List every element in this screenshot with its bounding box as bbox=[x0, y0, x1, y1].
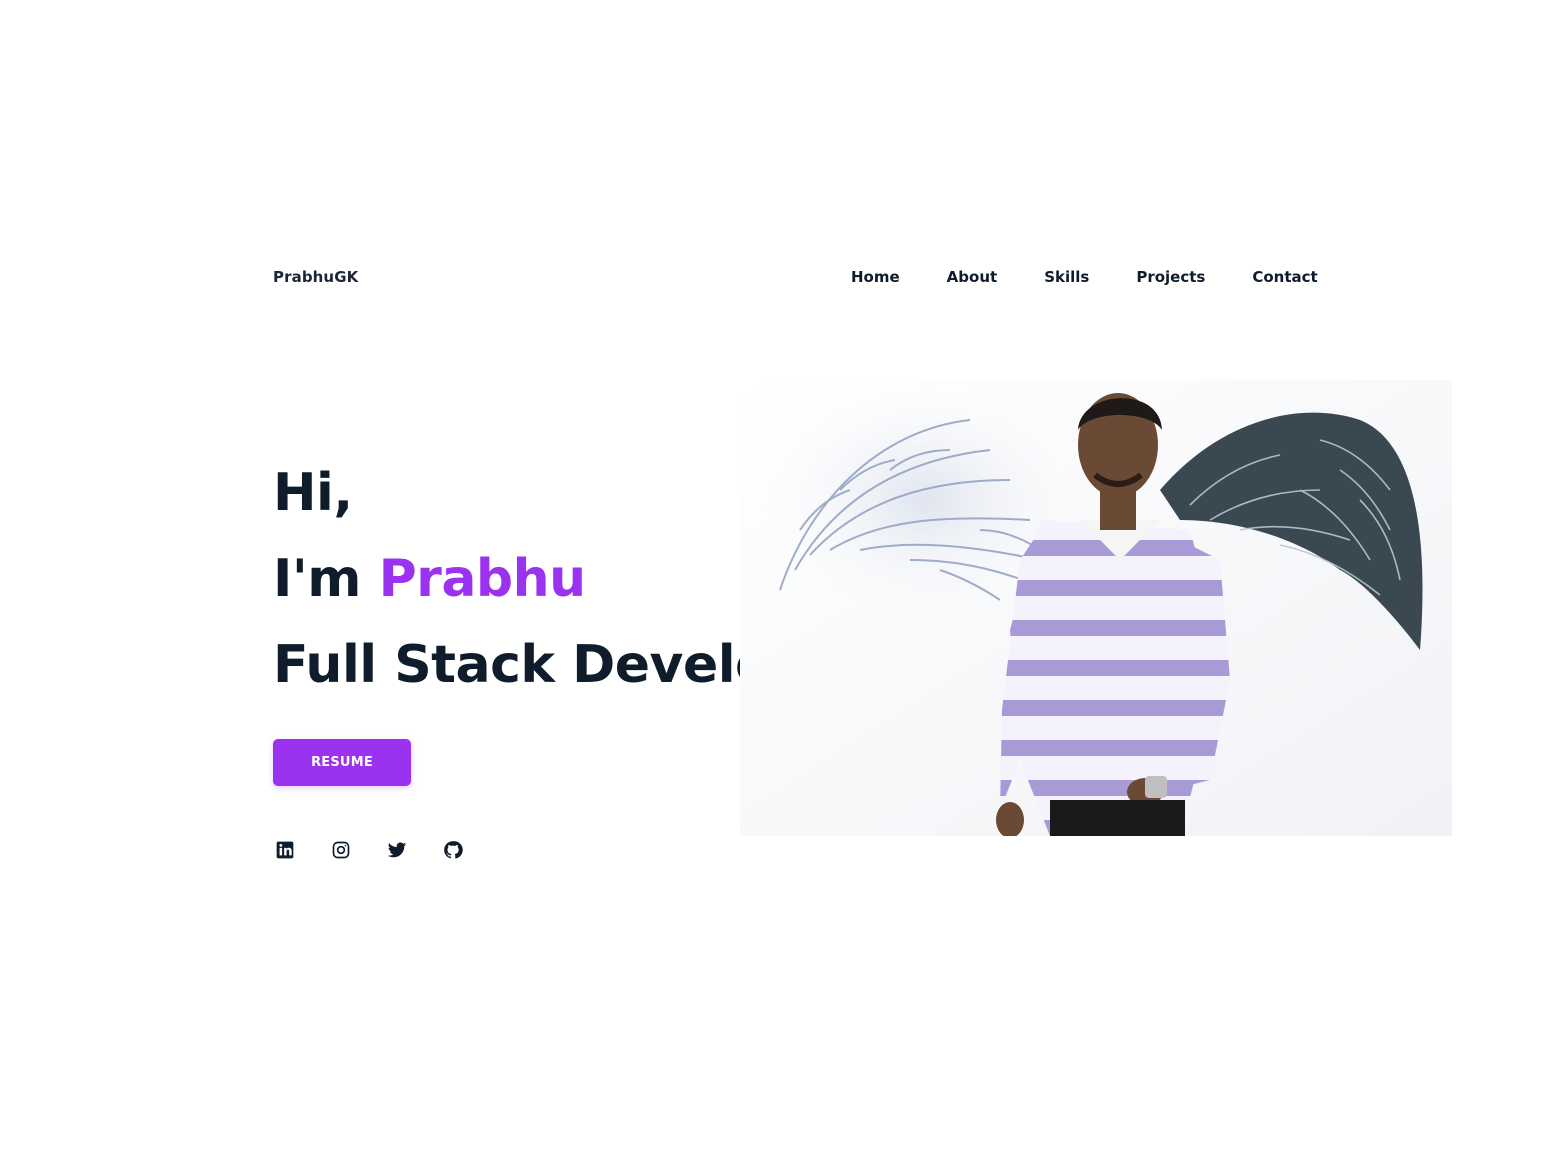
twitter-link[interactable] bbox=[386, 841, 408, 863]
nav-home[interactable]: Home bbox=[851, 268, 900, 286]
linkedin-icon bbox=[275, 840, 295, 864]
portfolio-page: PrabhuGK Home About Skills Projects Cont… bbox=[0, 0, 1563, 1172]
left-wing-illustration bbox=[760, 390, 1060, 610]
linkedin-link[interactable] bbox=[274, 841, 296, 863]
nav-about[interactable]: About bbox=[947, 268, 998, 286]
hero-name: Prabhu bbox=[378, 549, 587, 609]
instagram-link[interactable] bbox=[330, 841, 352, 863]
github-icon bbox=[443, 840, 463, 864]
hero-intro-prefix: I'm bbox=[273, 549, 379, 609]
nav-projects[interactable]: Projects bbox=[1136, 268, 1205, 286]
nav-skills[interactable]: Skills bbox=[1044, 268, 1089, 286]
nav-contact[interactable]: Contact bbox=[1252, 268, 1317, 286]
github-link[interactable] bbox=[442, 841, 464, 863]
twitter-icon bbox=[387, 840, 407, 864]
main-nav: Home About Skills Projects Contact bbox=[851, 268, 1318, 286]
resume-button[interactable]: RESUME bbox=[273, 739, 411, 786]
site-logo[interactable]: PrabhuGK bbox=[273, 268, 358, 286]
social-links bbox=[274, 841, 498, 863]
hero-photo bbox=[740, 380, 1452, 836]
instagram-icon bbox=[331, 840, 351, 864]
